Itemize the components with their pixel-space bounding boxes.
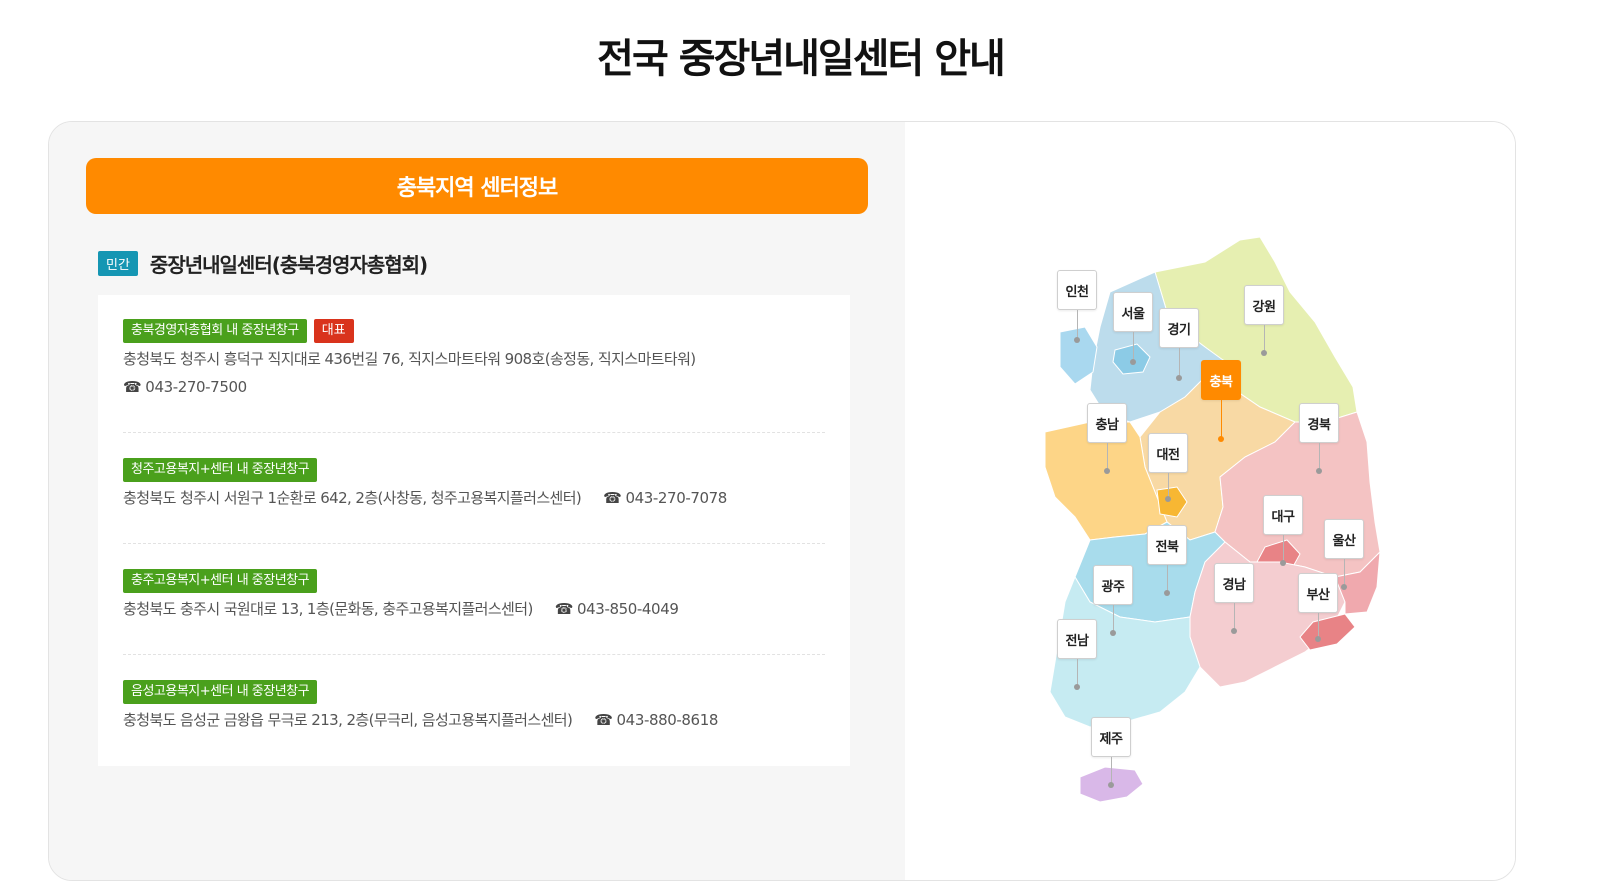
map-label-busan[interactable]: 부산 [1298, 573, 1338, 613]
branch-item: 청주고용복지+센터 내 중장년창구 충청북도 청주시 서원구 1순환로 642,… [123, 458, 825, 508]
branch-phone-number: 043-880-8618 [616, 711, 719, 729]
center-type-badge: 민간 [98, 250, 138, 276]
map-pin-line [1167, 565, 1168, 592]
map-label-ulsan[interactable]: 울산 [1324, 519, 1364, 559]
map-pin-line [1113, 605, 1114, 632]
branch-name-tag: 충북경영자총협회 내 중장년창구 [123, 319, 307, 343]
branch-item: 충주고용복지+센터 내 중장년창구 충청북도 충주시 국원대로 13, 1층(문… [123, 569, 825, 619]
map-pin-dot [1104, 468, 1110, 474]
branch-name-tag: 음성고용복지+센터 내 중장년창구 [123, 680, 318, 704]
map-pin-dot [1218, 436, 1224, 442]
branch-phone[interactable]: ☎ 043-880-8618 [594, 711, 718, 729]
telephone-icon: ☎ [123, 378, 142, 396]
map-label-gyeongnam[interactable]: 경남 [1214, 563, 1254, 603]
map-pin-line [1318, 613, 1319, 638]
map-pin-line [1344, 559, 1345, 586]
branch-address: 충청북도 충주시 국원대로 13, 1층(문화동, 충주고용복지플러스센터) [123, 600, 533, 618]
branch-phone-number: 043-850-4049 [577, 600, 679, 618]
center-list-pane: 충북지역 센터정보 민간 중장년내일센터(충북경영자총협회) 충북경영자총협회 … [49, 122, 905, 880]
korea-map-svg [1044, 236, 1381, 803]
region-header: 충북지역 센터정보 [86, 158, 868, 214]
branch-divider [123, 543, 825, 544]
map-label-gangwon[interactable]: 강원 [1244, 285, 1284, 325]
map-label-jeju[interactable]: 제주 [1091, 717, 1131, 757]
map-pin-dot [1164, 590, 1170, 596]
map-pin-dot [1165, 496, 1171, 502]
map-label-daejeon[interactable]: 대전 [1148, 433, 1188, 473]
map-pin-line [1107, 443, 1108, 470]
map-pin-line [1168, 473, 1169, 498]
map-label-daegu[interactable]: 대구 [1263, 495, 1303, 535]
map-pin-line [1283, 535, 1284, 562]
map-pin-dot [1280, 560, 1286, 566]
map-label-gyeongbuk[interactable]: 경북 [1299, 403, 1339, 443]
map-pin-line [1179, 348, 1180, 378]
map-label-chungnam[interactable]: 충남 [1087, 403, 1127, 443]
map-pin-dot [1074, 337, 1080, 343]
branch-phone[interactable]: ☎ 043-270-7500 [123, 378, 825, 396]
map-label-gwangju[interactable]: 광주 [1093, 565, 1133, 605]
map-pin-dot [1261, 350, 1267, 356]
map-pin-line [1111, 757, 1112, 784]
map-label-incheon[interactable]: 인천 [1057, 270, 1097, 310]
map-label-jeonbuk[interactable]: 전북 [1147, 525, 1187, 565]
map-label-seoul[interactable]: 서울 [1113, 292, 1153, 332]
branch-phone[interactable]: ☎ 043-850-4049 [555, 600, 679, 618]
map-label-chungbuk[interactable]: 충북 [1201, 360, 1241, 400]
branch-divider [123, 432, 825, 433]
branch-divider [123, 654, 825, 655]
map-pin-dot [1110, 630, 1116, 636]
map-pin-dot [1231, 628, 1237, 634]
map-pin-dot [1074, 684, 1080, 690]
map-pin-dot [1315, 636, 1321, 642]
map-pin-dot [1108, 782, 1114, 788]
map-pin-line [1234, 603, 1235, 630]
branch-name-tag: 청주고용복지+센터 내 중장년창구 [123, 458, 318, 482]
center-name: 중장년내일센터(충북경영자총협회) [149, 252, 428, 277]
branch-phone-number: 043-270-7500 [145, 378, 247, 396]
telephone-icon: ☎ [603, 489, 622, 507]
center-title-row: 민간 중장년내일센터(충북경영자총협회) [98, 250, 428, 277]
branch-phone-number: 043-270-7078 [625, 489, 727, 507]
page-title: 전국 중장년내일센터 안내 [597, 36, 1006, 82]
branch-item: 충북경영자총협회 내 중장년창구 대표 충청북도 청주시 흥덕구 직지대로 43… [123, 319, 825, 396]
branch-phone[interactable]: ☎ 043-270-7078 [603, 489, 727, 507]
telephone-icon: ☎ [554, 600, 574, 618]
korea-region-map: 인천 서울 경기 강원 충북 충남 대전 경북 대구 울산 전북 광주 경남 부… [905, 122, 1515, 880]
map-label-gyeonggi[interactable]: 경기 [1159, 308, 1199, 348]
map-pin-line [1077, 310, 1078, 340]
map-label-jeonnam[interactable]: 전남 [1057, 619, 1097, 659]
map-pin-dot [1316, 468, 1322, 474]
branch-address: 충청북도 음성군 금왕읍 무극로 213, 2층(무극리, 음성고용복지플러스센… [123, 711, 573, 729]
branch-address: 충청북도 청주시 서원구 1순환로 642, 2층(사창동, 청주고용복지플러스… [123, 489, 582, 507]
map-pin-line [1221, 400, 1222, 438]
branch-address: 충청북도 청주시 흥덕구 직지대로 436번길 76, 직지스마트타워 908호… [123, 350, 696, 368]
main-branch-badge: 대표 [313, 319, 354, 343]
map-pin-dot [1341, 584, 1347, 590]
branch-item: 음성고용복지+센터 내 중장년창구 충청북도 음성군 금왕읍 무극로 213, … [123, 680, 825, 730]
map-pin-dot [1130, 359, 1136, 365]
map-pin-line [1077, 659, 1078, 686]
branch-list: 충북경영자총협회 내 중장년창구 대표 충청북도 청주시 흥덕구 직지대로 43… [98, 295, 850, 766]
map-pin-line [1133, 332, 1134, 362]
telephone-icon: ☎ [594, 711, 613, 729]
center-info-panel: 충북지역 센터정보 민간 중장년내일센터(충북경영자총협회) 충북경영자총협회 … [48, 121, 1516, 881]
map-pin-dot [1176, 375, 1182, 381]
map-pin-line [1264, 325, 1265, 352]
map-pin-line [1319, 443, 1320, 470]
branch-name-tag: 충주고용복지+센터 내 중장년창구 [123, 569, 318, 593]
